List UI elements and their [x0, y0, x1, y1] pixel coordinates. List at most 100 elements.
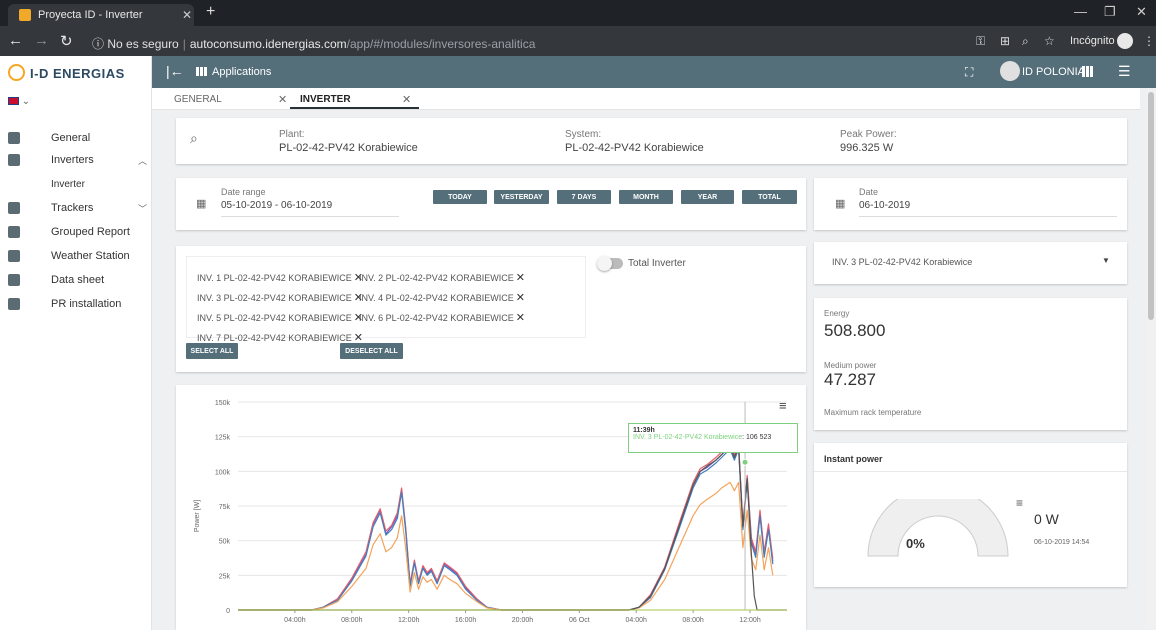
y-tick-label: 125k [215, 435, 231, 442]
chart-tooltip: 11:39h INV. 3 PL-02-42-PV42 Korabiewice:… [628, 423, 798, 453]
sidebar-item-label: Data sheet [51, 274, 105, 286]
back-icon[interactable]: ← [8, 32, 23, 49]
reload-icon[interactable]: ↻ [60, 32, 73, 50]
uk-flag-icon [8, 97, 19, 106]
info-icon[interactable]: ⓘ [92, 37, 104, 51]
y-tick-label: 75k [219, 504, 231, 511]
month-button[interactable]: MONTH [619, 190, 673, 204]
remove-chip-icon[interactable]: ✕ [516, 292, 525, 304]
chart-menu-icon[interactable]: ≡ [779, 398, 787, 413]
tooltip-marker [741, 458, 749, 466]
maximize-icon[interactable]: ❐ [1104, 4, 1116, 20]
x-tick-label: 06 Oct [569, 617, 590, 624]
y-tick-label: 150k [215, 400, 231, 407]
language-selector[interactable]: ⌄ [8, 96, 30, 107]
deselect-all-button[interactable]: DESELECT ALL [340, 343, 403, 359]
calendar-icon: ▦ [835, 198, 846, 210]
instant-power-value: 0 W [1034, 511, 1059, 527]
logo-mark-icon [8, 64, 25, 81]
logo[interactable]: I-D ENERGIAS [0, 56, 152, 88]
x-tick-label: 16:00h [455, 617, 477, 624]
inverter-select[interactable]: INV. 3 PL-02-42-PV42 Korabiewice [832, 257, 972, 267]
chevron-down-icon: ﹀ [138, 204, 148, 214]
applications-icon[interactable] [196, 67, 207, 76]
close-tab-general-icon[interactable]: ✕ [278, 93, 287, 106]
inverter-chip[interactable]: INV. 4 PL-02-42-PV42 KORABIEWICE ✕ [359, 291, 525, 304]
remove-chip-icon[interactable]: ✕ [516, 272, 525, 284]
sidebar-item-trackers[interactable]: Trackers ﹀ [0, 198, 152, 218]
minimize-icon[interactable]: — [1074, 4, 1087, 19]
remove-chip-icon[interactable]: ✕ [516, 312, 525, 324]
user-name[interactable]: ID POLONIA [1022, 66, 1085, 78]
address-bar: ← → ↻ ⓘ No es seguro | autoconsumo.idenerg… [0, 26, 1156, 56]
tab-inverter[interactable]: INVERTER [300, 94, 351, 105]
tab-general[interactable]: GENERAL [174, 94, 222, 105]
yesterday-button[interactable]: YESTERDAY [494, 190, 549, 204]
inverter-chip[interactable]: INV. 6 PL-02-42-PV42 KORABIEWICE ✕ [359, 311, 525, 324]
gauge-percent: 0% [906, 536, 925, 551]
apps-grid-icon[interactable] [1082, 66, 1094, 77]
date-underline [859, 216, 1117, 217]
sidebar-item-pr-installation[interactable]: PR installation [0, 294, 152, 314]
close-tab-inverter-icon[interactable]: ✕ [402, 93, 411, 106]
total-button[interactable]: TOTAL [742, 190, 797, 204]
applications-link[interactable]: Applications [212, 66, 271, 78]
forward-icon[interactable]: → [34, 32, 49, 49]
sidebar-item-data-sheet[interactable]: Data sheet [0, 270, 152, 290]
new-tab-button[interactable]: + [206, 3, 215, 21]
instant-power-timestamp: 06-10-2019 14:54 [1034, 539, 1090, 546]
close-window-icon[interactable]: ✕ [1136, 4, 1147, 20]
year-button[interactable]: YEAR [681, 190, 734, 204]
translate-icon[interactable]: ⊞ [1000, 34, 1010, 48]
browser-tab[interactable]: Proyecta ID - Inverter ✕ [8, 4, 194, 26]
sidebar: ⌄ General Inverters ︿ Inverter Trackers … [0, 88, 152, 630]
inverter-chips-box: INV. 1 PL-02-42-PV42 KORABIEWICE ✕ INV. 2… [186, 256, 586, 344]
medium-power-label: Medium power [824, 361, 877, 370]
sidebar-item-label: Inverters [51, 154, 94, 166]
incognito-icon[interactable] [1117, 33, 1133, 49]
close-tab-icon[interactable]: ✕ [182, 8, 192, 22]
url-field[interactable]: ⓘ No es seguro | autoconsumo.idenergias.co… [92, 35, 535, 52]
logo-text: I-D ENERGIAS [30, 66, 125, 81]
chart-icon [8, 298, 20, 310]
collapse-sidebar-icon[interactable]: |← [166, 63, 184, 79]
not-secure-label: No es seguro [107, 37, 179, 51]
7days-button[interactable]: 7 DAYS [557, 190, 611, 204]
key-icon[interactable]: ⚿ [976, 34, 985, 49]
sidebar-item-grouped-report[interactable]: Grouped Report [0, 222, 152, 242]
inverter-chip[interactable]: INV. 2 PL-02-42-PV42 KORABIEWICE ✕ [359, 271, 525, 284]
inverter-chip[interactable]: INV. 5 PL-02-42-PV42 KORABIEWICE ✕ [197, 311, 363, 324]
browser-menu-icon[interactable]: ⋮ [1143, 34, 1155, 48]
energy-label: Energy [824, 309, 850, 318]
x-tick-label: 12:00h [398, 617, 420, 624]
hamburger-menu-icon[interactable]: ☰ [1118, 63, 1131, 80]
fullscreen-icon[interactable]: ⛶ [965, 65, 973, 80]
sidebar-item-label: Weather Station [51, 250, 130, 262]
inverter-chip[interactable]: INV. 3 PL-02-42-PV42 KORABIEWICE ✕ [197, 291, 363, 304]
active-tab-indicator [290, 107, 419, 109]
scrollbar-thumb[interactable] [1148, 92, 1154, 320]
sidebar-subitem-inverter[interactable]: Inverter [51, 179, 85, 190]
sidebar-item-general[interactable]: General [0, 128, 152, 148]
total-inverter-toggle[interactable] [597, 256, 623, 271]
chart-icon [8, 250, 20, 262]
zoom-icon[interactable]: ⌕ [1022, 34, 1029, 49]
date-input[interactable]: 06-10-2019 [859, 200, 910, 211]
dropdown-arrow-icon[interactable]: ▼ [1102, 256, 1110, 265]
page-tabs: GENERAL ✕ INVERTER ✕ [152, 88, 1140, 110]
search-icon[interactable]: ⌕ [190, 130, 198, 147]
peak-power-label: Peak Power: [840, 129, 897, 140]
star-icon[interactable]: ☆ [1044, 34, 1055, 48]
select-all-button[interactable]: SELECT ALL [186, 343, 238, 359]
tooltip-time: 11:39h [633, 427, 655, 434]
x-tick-label: 08:00h [341, 617, 363, 624]
inverter-selection-card: INV. 1 PL-02-42-PV42 KORABIEWICE ✕ INV. 2… [176, 246, 806, 372]
inverter-chip[interactable]: INV. 1 PL-02-42-PV42 KORABIEWICE ✕ [197, 271, 363, 284]
gauge-menu-icon[interactable]: ≡ [1016, 496, 1023, 510]
sidebar-item-inverters[interactable]: Inverters ︿ [0, 150, 152, 170]
sidebar-item-weather-station[interactable]: Weather Station [0, 246, 152, 266]
sidebar-item-label: PR installation [51, 298, 122, 310]
avatar[interactable] [1000, 61, 1020, 81]
date-range-input[interactable]: 05-10-2019 - 06-10-2019 [221, 200, 332, 211]
today-button[interactable]: TODAY [433, 190, 487, 204]
